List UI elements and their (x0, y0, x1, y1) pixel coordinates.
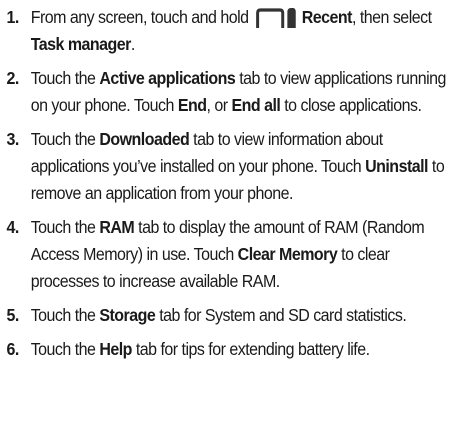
step-text: Touch the Active applications tab to vie… (31, 65, 461, 119)
step-text-part: , then select (351, 7, 432, 27)
step-number: 5. (6, 305, 20, 325)
help-label: Help (99, 339, 132, 359)
step-4: 4. Touch the RAM tab to display the amou… (0, 214, 465, 295)
recent-apps-icon (256, 8, 297, 28)
step-3: 3. Touch the Downloaded tab to view info… (0, 126, 465, 207)
step-2: 2. Touch the Active applications tab to … (0, 65, 465, 119)
step-text-part: to close applications. (280, 95, 422, 115)
step-text: From any screen, touch and hold Recent, … (31, 4, 461, 58)
step-text-part: Touch the (30, 305, 100, 325)
storage-label: Storage (99, 305, 156, 325)
step-text: Touch the Storage tab for System and SD … (31, 302, 461, 329)
step-text-part: tab for System and SD card statistics. (155, 305, 407, 325)
step-text-part: , or (206, 95, 232, 115)
step-text-part: Touch the (30, 217, 100, 237)
step-text-part: From any screen, touch and hold (30, 7, 253, 27)
step-5: 5. Touch the Storage tab for System and … (0, 302, 465, 329)
step-text: Touch the Help tab for tips for extendin… (31, 336, 461, 363)
end-label: End (177, 95, 207, 115)
step-text-part: . (130, 34, 135, 54)
downloaded-label: Downloaded (99, 129, 190, 149)
step-1: 1. From any screen, touch and hold Recen… (0, 4, 465, 58)
step-text: Touch the Downloaded tab to view informa… (31, 126, 461, 207)
step-text-part: tab for tips for extending battery life. (131, 339, 370, 359)
uninstall-label: Uninstall (365, 156, 429, 176)
clear-memory-label: Clear Memory (237, 244, 338, 264)
step-text: Touch the RAM tab to display the amount … (31, 214, 461, 295)
step-text-part: Touch the (30, 129, 100, 149)
step-number: 1. (6, 7, 20, 27)
end-all-label: End all (231, 95, 281, 115)
step-number: 6. (6, 339, 20, 359)
step-text-part: Touch the (30, 339, 100, 359)
active-applications-label: Active applications (99, 68, 236, 88)
instruction-steps: 1. From any screen, touch and hold Recen… (0, 0, 469, 421)
step-number: 2. (6, 68, 20, 88)
recent-key-label: Recent (301, 7, 353, 27)
step-text-part: Touch the (30, 68, 100, 88)
step-number: 3. (6, 129, 20, 149)
step-6: 6. Touch the Help tab for tips for exten… (0, 336, 465, 363)
step-number: 4. (6, 217, 20, 237)
ram-label: RAM (99, 217, 135, 237)
task-manager-label: Task manager (30, 34, 132, 54)
